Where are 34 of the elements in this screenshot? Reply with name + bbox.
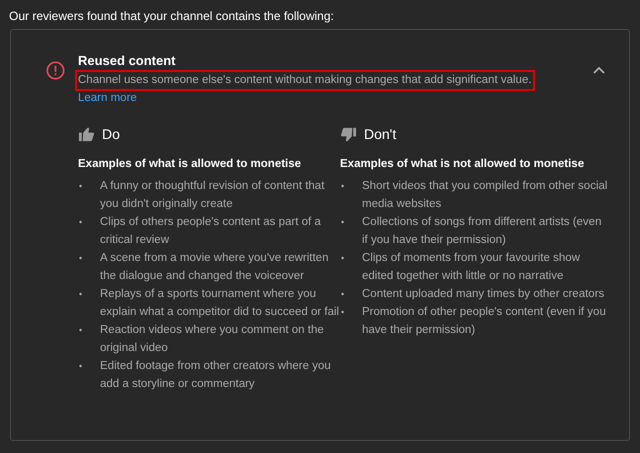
list-item-text: Content uploaded many times by other creators (362, 287, 606, 302)
column-subtitle: Examples of what is allowed to monetise (78, 157, 302, 172)
learn-more-link[interactable]: Learn more (78, 91, 137, 105)
issue-title: Reused content (78, 53, 176, 69)
issue-description: Channel uses someone else's content without making changes that add significant value. (75, 70, 535, 91)
list-item-text: Clips of moments from your favourite show edited together with little or no narrative (362, 251, 581, 284)
bullet: • (78, 216, 84, 229)
section-heading: Our reviewers found that your channel contains the following: (9, 8, 335, 24)
bullet: • (340, 216, 346, 229)
list-item-text: Promotion of other people's content (even if you have their permission) (362, 305, 607, 338)
list-item-text: Clips of others people's content as part of a critical review (100, 215, 322, 248)
bullet: • (340, 180, 346, 193)
column-label: Don't (364, 125, 396, 143)
bullet: • (340, 288, 346, 301)
column-subtitle: Examples of what is not allowed to monetise (340, 157, 586, 172)
thumbs-up-icon (78, 126, 95, 142)
bullet: • (78, 360, 84, 373)
list-item-text: A funny or thoughtful revision of content that you didn't originally create (100, 179, 326, 212)
bullet: • (340, 306, 346, 319)
warning-icon (46, 61, 65, 80)
list-item-text: Replays of a sports tournament where you explain what a competitor did to succeed or fail (100, 287, 340, 320)
list-item-text: A scene from a movie where you've rewritten the dialogue and changed the voiceover (100, 251, 330, 284)
bullet: • (78, 288, 84, 301)
bullet: • (78, 180, 84, 193)
column-label: Do (102, 125, 120, 143)
bullet: • (78, 324, 84, 337)
list-item-text: Collections of songs from different artists (even if you have their permission) (362, 215, 602, 248)
thumbs-down-icon (340, 126, 357, 142)
collapse-chevron-icon[interactable] (593, 66, 605, 74)
bullet: • (78, 252, 84, 265)
bullet: • (340, 252, 346, 265)
list-item-text: Reaction videos where you comment on the original video (100, 323, 325, 356)
list-item-text: Short videos that you compiled from other social media websites (362, 179, 608, 212)
list-item-text: Edited footage from other creators where you add a storyline or commentary (100, 359, 332, 392)
